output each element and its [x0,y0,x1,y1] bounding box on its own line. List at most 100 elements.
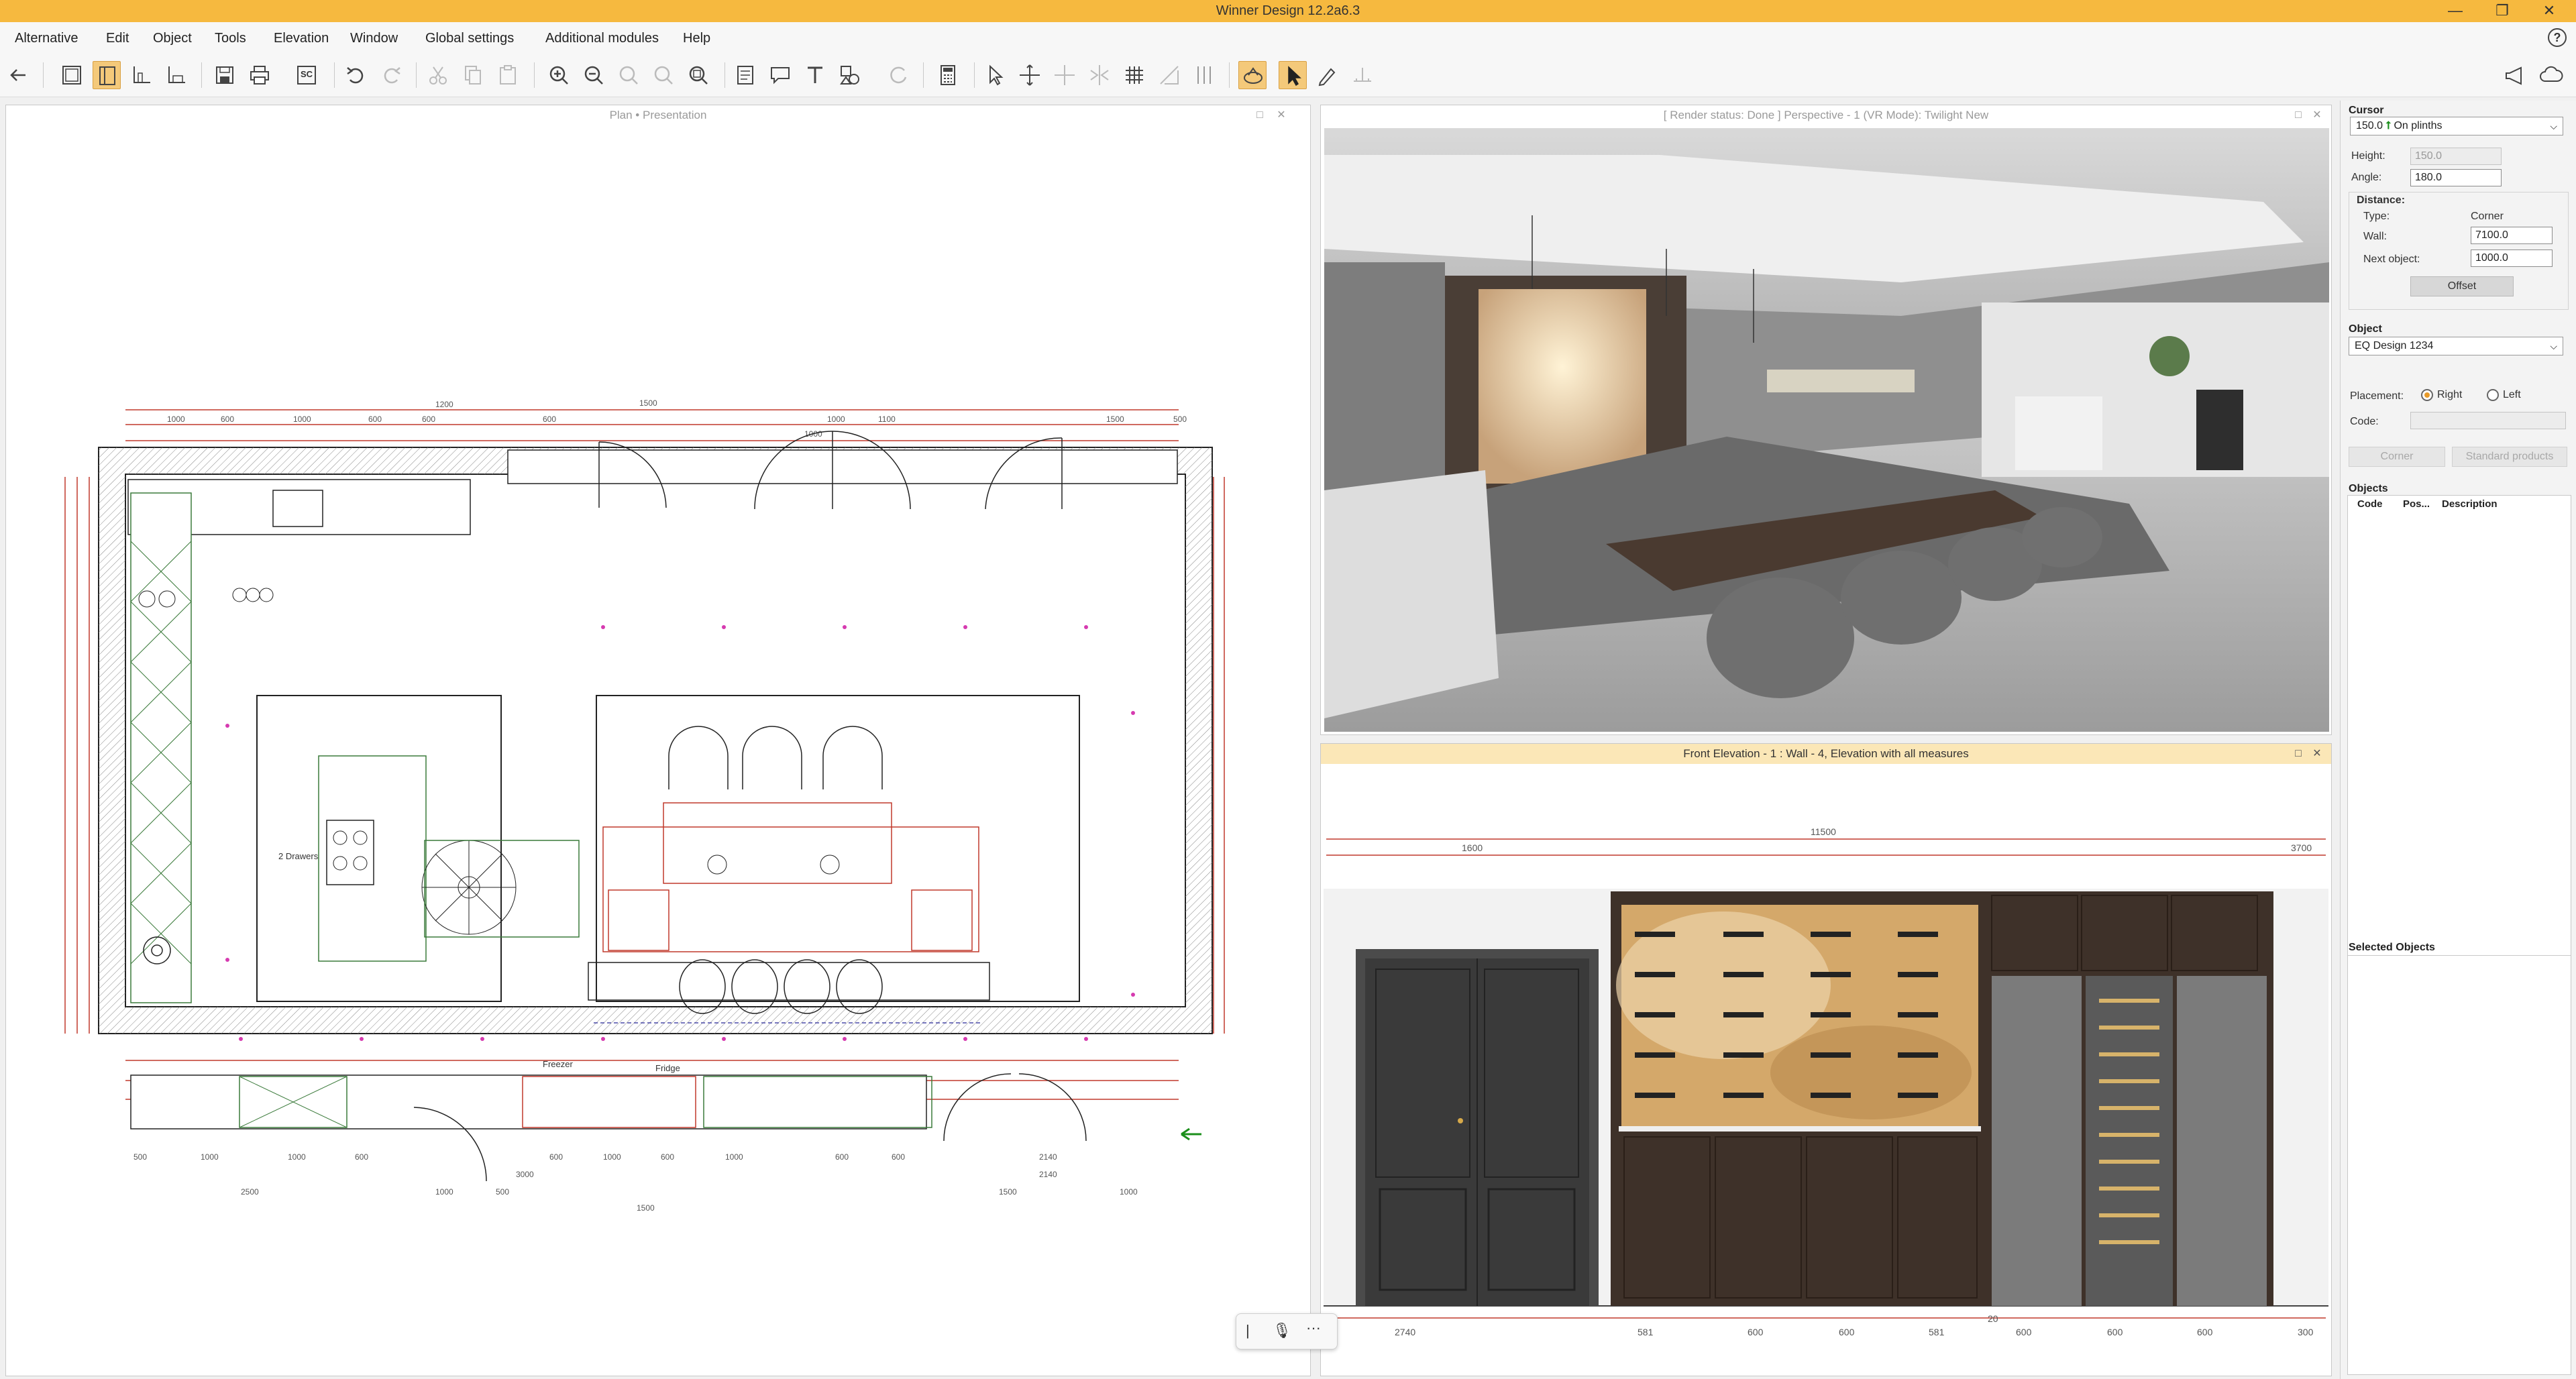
comment-icon[interactable] [766,61,794,89]
objects-col-code[interactable]: Code [2357,498,2383,510]
help-icon[interactable]: ? [2548,28,2567,47]
cursor-mode-dropdown[interactable]: 150.0 ⭡ On plinths ⌵ [2350,117,2563,135]
redo-icon[interactable] [377,61,405,89]
close-icon[interactable]: ✕ [2311,109,2323,121]
menu-help[interactable]: Help [683,31,710,46]
more-options-icon[interactable]: ··· [1306,1319,1321,1337]
undo-icon[interactable] [342,61,370,89]
dim-bottom-12: 2140 [1039,1170,1057,1179]
calc-sc-label: SC [300,69,313,79]
paste-icon[interactable] [494,61,522,89]
symbols-icon[interactable] [836,61,864,89]
plan-view-icon[interactable] [93,61,121,89]
section-view-icon[interactable] [162,61,191,89]
pen-tool-icon[interactable] [1313,61,1342,89]
menu-object[interactable]: Object [153,31,192,46]
placement-left-label: Left [2503,389,2521,400]
objects-col-pos[interactable]: Pos... [2403,498,2430,510]
minimize-button[interactable]: — [2428,0,2482,22]
placement-right-label: Right [2437,389,2463,400]
save-icon[interactable] [211,61,239,89]
offset-button[interactable]: Offset [2410,276,2514,296]
calculator-icon[interactable] [934,61,962,89]
elev-dim-bottom-5: 581 [1929,1327,1945,1337]
maximize-icon[interactable]: □ [1254,109,1266,121]
move-icon[interactable] [1016,61,1044,89]
dim-bottom-15: 1000 [435,1187,453,1197]
back-arrow-icon[interactable] [5,61,34,89]
object-dropdown[interactable]: EQ Design 1234 ⌵ [2349,337,2563,355]
close-icon[interactable]: ✕ [2311,748,2323,760]
zoom-previous-icon[interactable] [649,61,678,89]
copy-icon[interactable] [459,61,487,89]
maximize-icon[interactable]: □ [2292,748,2304,760]
wall-field[interactable]: 7100.0 [2471,227,2553,244]
height-field[interactable]: 150.0 [2410,148,2502,165]
measure-tool-icon[interactable] [1348,61,1377,89]
selected-objects-list[interactable] [2347,955,2571,1375]
cut-icon[interactable] [424,61,452,89]
code-field[interactable] [2410,412,2566,429]
elevation-panel[interactable]: Front Elevation - 1 : Wall - 4, Elevatio… [1320,743,2332,1376]
calc-sc-icon[interactable]: SC [292,61,321,89]
zoom-window-icon[interactable] [614,61,643,89]
selected-objects-heading: Selected Objects [2349,942,2435,953]
select-pointer-icon[interactable] [981,61,1009,89]
zoom-in-icon[interactable] [545,61,573,89]
announce-icon[interactable] [2501,61,2529,89]
render-view-icon[interactable] [1238,61,1267,89]
dim-bottom-2: 1000 [201,1152,219,1162]
plan-panel[interactable]: Plan • Presentation □ ✕ 1000 600 1000 60… [5,105,1311,1376]
dim-top-3: 1000 [293,415,311,424]
dim-top-10: 1200 [435,400,453,409]
menu-additional-modules[interactable]: Additional modules [545,31,659,46]
elevation-view-icon[interactable] [127,61,156,89]
app-window: Winner Design 12.2a6.3 — ❐ ✕ Alternative… [0,0,2576,1379]
next-object-field[interactable]: 1000.0 [2471,250,2553,267]
render-panel[interactable]: [ Render status: Done ] Perspective - 1 … [1320,105,2332,735]
snap-icon[interactable] [1190,61,1218,89]
angle-label: Angle: [2351,172,2382,183]
close-button[interactable]: ✕ [2522,0,2576,22]
objects-table[interactable]: Code Pos... Description [2347,495,2571,1011]
align-icon[interactable] [1155,61,1183,89]
menu-global-settings[interactable]: Global settings [425,31,514,46]
placement-right-radio[interactable] [2421,389,2433,401]
type-value: Corner [2471,211,2504,222]
menu-window[interactable]: Window [350,31,398,46]
cursor-heading: Cursor [2349,105,2384,116]
maximize-icon[interactable]: □ [2292,109,2304,121]
rotate-icon[interactable] [1051,61,1079,89]
text-icon[interactable] [801,61,829,89]
floor-plan-drawing[interactable]: 1000 600 1000 600 600 1000 600 1000 1500… [6,125,1311,1376]
microphone-icon[interactable]: 🎙 [1273,1322,1291,1339]
standard-products-button[interactable]: Standard products [2452,447,2567,467]
close-icon[interactable]: ✕ [1275,109,1287,121]
grid-icon[interactable] [1120,61,1148,89]
refresh-icon[interactable] [884,61,912,89]
dim-bottom-5: 600 [549,1152,563,1162]
placement-left-radio[interactable] [2487,389,2499,401]
menu-elevation[interactable]: Elevation [274,31,329,46]
menu-edit[interactable]: Edit [106,31,129,46]
cloud-icon[interactable] [2537,61,2565,89]
drag-handle[interactable]: | [1246,1322,1250,1339]
print-icon[interactable] [246,61,274,89]
menu-tools[interactable]: Tools [215,31,246,46]
zoom-out-icon[interactable] [580,61,608,89]
angle-field[interactable]: 180.0 [2410,169,2502,186]
elevation-panel-title: Front Elevation - 1 : Wall - 4, Elevatio… [1321,744,2331,764]
zoom-all-icon[interactable] [684,61,712,89]
mirror-icon[interactable] [1085,61,1114,89]
restore-button[interactable]: ❐ [2475,0,2529,22]
dim-bottom-8: 1000 [725,1152,743,1162]
code-label: Code: [2350,416,2379,427]
objects-col-description[interactable]: Description [2442,498,2498,510]
menu-alternative[interactable]: Alternative [15,31,78,46]
room-frame-icon[interactable] [58,61,86,89]
corner-button[interactable]: Corner [2349,447,2445,467]
pointer-tool-icon[interactable] [1279,61,1307,89]
dim-bottom-9: 600 [835,1152,849,1162]
front-elevation-drawing[interactable]: 11500 1600 3700 2740 581 600 600 581 600… [1321,764,2331,1376]
notes-icon[interactable] [731,61,759,89]
